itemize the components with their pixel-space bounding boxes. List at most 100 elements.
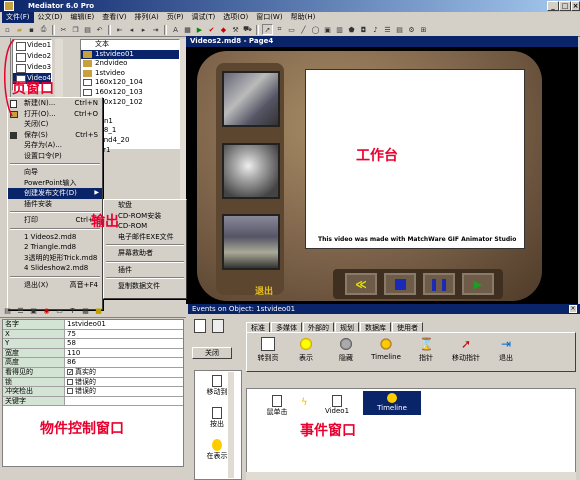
rewind-button[interactable]: ≪ [345,273,377,295]
action-show[interactable]: 表示 [287,337,325,363]
tab-multimedia[interactable]: 多媒体 [271,322,302,332]
button-tool-icon[interactable]: ◘ [358,24,369,35]
open-folder-icon[interactable]: ▰ [14,24,25,35]
menu-arrange[interactable]: 排列(A) [131,12,163,23]
video-thumbnail-1[interactable] [222,71,280,127]
save-icon[interactable]: ▪ [26,24,37,35]
object-item[interactable]: 160x120_104 [81,78,179,88]
property-row[interactable]: 高度 86 [3,358,183,368]
menu-debug[interactable]: 调试(T) [187,12,219,23]
trigger-scrollbar[interactable] [228,372,234,478]
maximize-button[interactable]: □ [559,1,571,11]
action-move-pointer[interactable]: ➚ 移动指针 [447,337,485,363]
menu-item-plugin-install[interactable]: 插件安装 [8,199,102,210]
menu-page[interactable]: 页(P) [163,12,188,23]
submenu-item-screensaver[interactable]: 屏幕救助者 [104,248,186,259]
object-item[interactable]: 1stvideo01 [81,49,179,60]
tab-database[interactable]: 数据库 [360,322,391,332]
menu-help[interactable]: 帮助(H) [287,12,320,23]
gear-icon[interactable]: ⚙ [406,24,417,35]
menu-item-recent-4[interactable]: 4 Slideshow2.md8 [8,263,102,274]
submenu-item-copy-data[interactable]: 复制数据文件 [104,281,186,292]
menu-file[interactable]: 文件(F) [2,12,34,23]
database-tool-icon[interactable]: ▤ [394,24,405,35]
menu-window[interactable]: 窗口(W) [252,12,286,23]
close-button[interactable]: × [571,1,580,11]
print-icon[interactable]: ⎙ [38,24,49,35]
list-icon[interactable]: ☰ [15,305,26,316]
check-icon[interactable]: ✔ [206,24,217,35]
menu-view[interactable]: 查看(V) [98,12,130,23]
property-row[interactable]: 宽度 110 [3,348,183,359]
menu-item-wizard[interactable]: 向导 [8,167,102,178]
object-item[interactable]: 1stvideo [81,69,179,79]
first-page-icon[interactable]: ⇤ [114,24,125,35]
menu-edit[interactable]: 编辑(E) [66,12,98,23]
tab-external[interactable]: 外部的 [303,322,334,332]
paste-icon[interactable]: ▤ [82,24,93,35]
menu-item-save[interactable]: 保存(S) Ctrl+S [8,130,102,141]
clipboard-icon[interactable] [194,319,206,333]
minimize-button[interactable]: _ [547,1,559,11]
color-icon[interactable]: ◆ [218,24,229,35]
close-icon[interactable]: × [569,305,577,313]
plugin-tool-icon[interactable]: ⊞ [418,24,429,35]
action-exit[interactable]: ⇥ 退出 [487,337,525,363]
menu-item-recent-2[interactable]: 2 Triangle.md8 [8,242,102,253]
events-hscrollbar[interactable] [246,472,576,480]
exit-label[interactable]: 退出 [255,284,273,297]
line-tool-icon[interactable]: ╱ [298,24,309,35]
video-thumbnail-3[interactable] [222,214,280,270]
menu-item-set-password[interactable]: 设置口令(P) [8,151,102,162]
event-timeline[interactable]: Timeline [363,391,421,415]
tool-icon[interactable]: ⚒ [230,24,241,35]
property-row[interactable]: Y 58 [3,339,183,349]
cart-icon[interactable]: ⛟ [242,24,253,35]
action-hide[interactable]: 隐藏 [327,337,365,363]
collision-checkbox[interactable] [67,388,73,395]
new-icon[interactable]: ▫ [2,24,13,35]
menu-item-recent-1[interactable]: 1 Videos2.md8 [8,232,102,243]
menu-item-create-publish[interactable]: 创建发布文件(D) ▶ [8,188,102,199]
action-pointer[interactable]: ⌛ 指针 [407,337,445,363]
lock-checkbox[interactable] [67,378,73,385]
tab-planning[interactable]: 规划 [335,322,359,332]
highlight-icon[interactable]: ■ [93,305,104,316]
layout-icon[interactable]: ▦ [80,305,91,316]
menu-item-close[interactable]: 关闭(C) [8,119,102,130]
menu-item-powerpoint-import[interactable]: PowerPoint输入 [8,178,102,189]
property-row[interactable]: 关键字 [3,396,183,407]
rect-tool-icon[interactable]: ▭ [286,24,297,35]
object-item[interactable]: 2ndvideo [81,59,179,69]
image-tool-icon[interactable]: ▣ [322,24,333,35]
submenu-item-email-exe[interactable]: 电子邮件EXE文件 [104,232,186,243]
color-wheel-icon[interactable]: ◉ [41,305,52,316]
submenu-item-floppy[interactable]: 软盘 [104,200,186,211]
timeline-tool-icon[interactable]: ☰ [382,24,393,35]
menu-item-new[interactable]: 新建(N)... Ctrl+N [8,98,102,109]
action-goto-page[interactable]: 转到页 [249,337,287,363]
property-row[interactable]: 名字 1stvideo01 [3,320,183,330]
menu-document[interactable]: 公文(D) [34,12,67,23]
properties-icon[interactable]: ▤ [2,305,13,316]
property-row[interactable]: 锁错误的 [3,377,183,388]
event-video1[interactable]: Video1 [317,395,357,415]
menu-item-save-as[interactable]: 另存为(A)... [8,140,102,151]
property-row[interactable]: X 75 [3,329,183,340]
menu-item-exit[interactable]: 退出(X) 高音+F4 [8,280,102,291]
grid-icon[interactable]: ▦ [182,24,193,35]
pause-button[interactable]: ❚❚ [423,273,455,295]
menu-item-print[interactable]: 打印 Ctrl+P [8,215,102,226]
prev-page-icon[interactable]: ◂ [126,24,137,35]
submenu-item-plugin[interactable]: 插件 [104,265,186,276]
undo-icon[interactable]: ↶ [94,24,105,35]
play-icon[interactable]: ▶ [194,24,205,35]
copy-icon[interactable]: ❐ [70,24,81,35]
text-style-icon[interactable]: T [67,305,78,316]
document-icon[interactable] [212,319,224,333]
stop-button[interactable] [384,273,416,295]
crop-tool-icon[interactable]: ⌗ [274,24,285,35]
next-page-icon[interactable]: ▸ [138,24,149,35]
property-row[interactable]: 冲突检出 错误的 [3,387,183,397]
pointer-tool-icon[interactable]: ➚ [262,24,273,35]
